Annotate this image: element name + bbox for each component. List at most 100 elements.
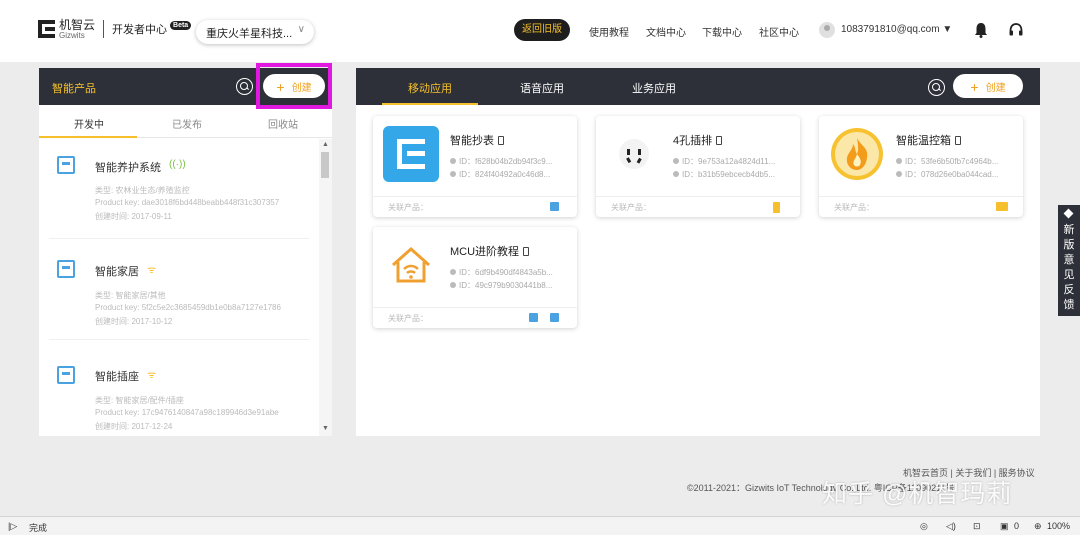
app-id: ID：f628b04b2db94f3c9...	[450, 156, 552, 167]
wifi-icon: ᯤ	[147, 370, 157, 381]
company-select[interactable]: 重庆火羊星科技... ∨	[196, 20, 314, 44]
divider	[49, 339, 309, 340]
product-name: 智能插座	[95, 371, 139, 383]
logo-en: Gizwits	[59, 30, 85, 40]
linked-products-label: 关联产品：	[611, 203, 651, 212]
gizwits-logo[interactable]: 机智云 Gizwits 开发者中心 Beta	[38, 18, 192, 40]
list-item[interactable]: 智能家居 ᯤ 类型: 智能家居/其他 Product key: 5f2c5e2c…	[39, 240, 319, 340]
dev-center-title: 开发者中心	[112, 24, 168, 36]
search-icon[interactable]	[236, 78, 253, 95]
linked-product-icon[interactable]	[996, 202, 1008, 211]
app-name: 智能抄表	[450, 132, 504, 148]
create-app-button[interactable]: + 创建	[953, 74, 1023, 98]
plus-icon: +	[970, 79, 979, 95]
app-secret: ID：b31b59ebcecb4db5...	[673, 169, 775, 180]
search-icon[interactable]	[928, 79, 945, 96]
tab-mobile-apps[interactable]: 移动应用	[408, 80, 452, 96]
product-icon	[57, 156, 75, 174]
tab-published[interactable]: 已发布	[172, 116, 202, 131]
phone-icon	[498, 136, 504, 145]
wifi-icon: ᯤ	[147, 265, 157, 276]
phone-icon	[955, 136, 961, 145]
product-name: 智能养护系统	[95, 162, 161, 174]
zoom-level[interactable]: 100%	[1047, 521, 1070, 531]
beta-badge: Beta	[170, 20, 192, 30]
browser-status-bar: |▷ 完成 ◎ ◁) ⊡ ▣ 0 ⊕ 100%	[0, 516, 1080, 535]
app-card[interactable]: MCU进阶教程 ID：6df9b490df4843a5b... ID：49c97…	[373, 227, 577, 328]
create-button-highlight	[256, 63, 332, 109]
bell-icon[interactable]	[974, 22, 988, 38]
app-secret: ID：078d26e0ba044cad...	[896, 169, 998, 180]
product-category: 类型: 智能家居/配件/插座	[95, 396, 184, 405]
linked-product-icon[interactable]	[550, 202, 559, 211]
product-icon	[57, 260, 75, 278]
linked-product-icon[interactable]	[550, 313, 559, 322]
scroll-down-icon[interactable]: ▼	[322, 425, 329, 432]
app-id: ID：53fe6b50fb7c4964b...	[896, 156, 998, 167]
app-name: 4孔插排	[673, 132, 723, 148]
tab-recycle-bin[interactable]: 回收站	[268, 116, 298, 131]
product-created: 创建时间: 2017-09-11	[95, 212, 172, 221]
app-id: ID：6df9b490df4843a5b...	[450, 267, 553, 278]
status-text: 完成	[29, 523, 48, 533]
card-footer: 关联产品：	[596, 196, 800, 217]
product-category: 类型: 智能家居/其他	[95, 291, 166, 300]
app-secret: ID：49c979b9030441b8...	[450, 280, 552, 291]
create-app-label: 创建	[985, 83, 1006, 94]
nav-tutorial[interactable]: 使用教程	[589, 24, 629, 39]
block-count-icon[interactable]: ▣	[1000, 521, 1009, 532]
scrollbar-thumb[interactable]	[321, 152, 329, 178]
watermark: 知乎 @机智玛莉	[822, 480, 1013, 508]
linked-products-label: 关联产品：	[388, 203, 428, 212]
phone-icon	[523, 247, 530, 256]
product-list: 智能养护系统 ((·)) 类型: 农林业生态/养殖监控 Product key:…	[39, 139, 319, 436]
tab-voice-apps[interactable]: 语音应用	[520, 80, 564, 96]
linked-product-icon[interactable]	[529, 313, 538, 322]
top-header: 机智云 Gizwits 开发者中心 Beta 重庆火羊星科技... ∨ 返回旧版…	[0, 0, 1080, 62]
sidebar-toggle-icon[interactable]: |▷	[8, 521, 17, 532]
phone-icon	[716, 136, 723, 145]
scroll-up-icon[interactable]: ▲	[322, 141, 329, 148]
zoom-icon[interactable]: ⊕	[1034, 521, 1042, 532]
speaker-icon[interactable]: ◁)	[946, 521, 956, 532]
nav-docs[interactable]: 文档中心	[646, 24, 686, 39]
app-card[interactable]: 智能抄表 ID：f628b04b2db94f3c9... ID：824f4049…	[373, 116, 577, 217]
product-created: 创建时间: 2017-10-12	[95, 317, 173, 326]
product-key: Product key: dae3018f6bd448beabb448f31c3…	[95, 198, 280, 207]
product-icon	[57, 366, 75, 384]
product-created: 创建时间: 2017-12-24	[95, 422, 173, 431]
user-account-menu[interactable]: 1083791810@qq.com ▼	[841, 24, 952, 35]
linked-product-icon[interactable]	[773, 202, 780, 213]
shield-icon[interactable]: ◎	[920, 521, 928, 532]
product-key: Product key: 17c9476140847a98c189946d3e9…	[95, 408, 279, 417]
app-card[interactable]: 4孔插排 ID：9e753a12a4824d11... ID：b31b59ebc…	[596, 116, 800, 217]
product-key: Product key: 5f2c5e2c3685459db1e0b8a7127…	[95, 303, 281, 312]
card-footer: 关联产品：	[373, 307, 577, 328]
product-list-scrollbar[interactable]: ▲ ▼	[319, 139, 332, 436]
product-category: 类型: 农林业生态/养殖监控	[95, 186, 190, 195]
download-icon[interactable]: ⊡	[973, 521, 981, 532]
logo-mark-icon	[38, 18, 56, 40]
nav-downloads[interactable]: 下载中心	[702, 24, 742, 39]
cellular-signal-icon: ((·))	[169, 159, 186, 170]
card-footer: 关联产品：	[373, 196, 577, 217]
app-logo-icon	[383, 126, 439, 182]
chevron-down-icon: ∨	[297, 24, 305, 35]
list-item[interactable]: 智能养护系统 ((·)) 类型: 农林业生态/养殖监控 Product key:…	[39, 139, 319, 239]
list-item[interactable]: 智能插座 ᯤ 类型: 智能家居/配件/插座 Product key: 17c94…	[39, 344, 319, 436]
product-name: 智能家居	[95, 266, 139, 278]
tab-business-apps[interactable]: 业务应用	[632, 80, 676, 96]
app-logo-icon	[606, 126, 662, 182]
feedback-button[interactable]: 新版意见反馈	[1058, 205, 1080, 316]
back-to-old-version-button[interactable]: 返回旧版	[514, 19, 570, 41]
app-name: MCU进阶教程	[450, 243, 530, 259]
nav-community[interactable]: 社区中心	[759, 24, 799, 39]
app-logo-icon	[829, 126, 885, 182]
avatar[interactable]	[819, 22, 835, 38]
product-panel-title: 智能产品	[52, 83, 96, 95]
tab-developing[interactable]: 开发中	[74, 116, 104, 131]
app-logo-icon	[383, 237, 439, 293]
headset-icon[interactable]	[1008, 22, 1024, 38]
app-card[interactable]: 智能温控箱 ID：53fe6b50fb7c4964b... ID：078d26e…	[819, 116, 1023, 217]
feedback-label: 新版意见反馈	[1063, 224, 1075, 311]
